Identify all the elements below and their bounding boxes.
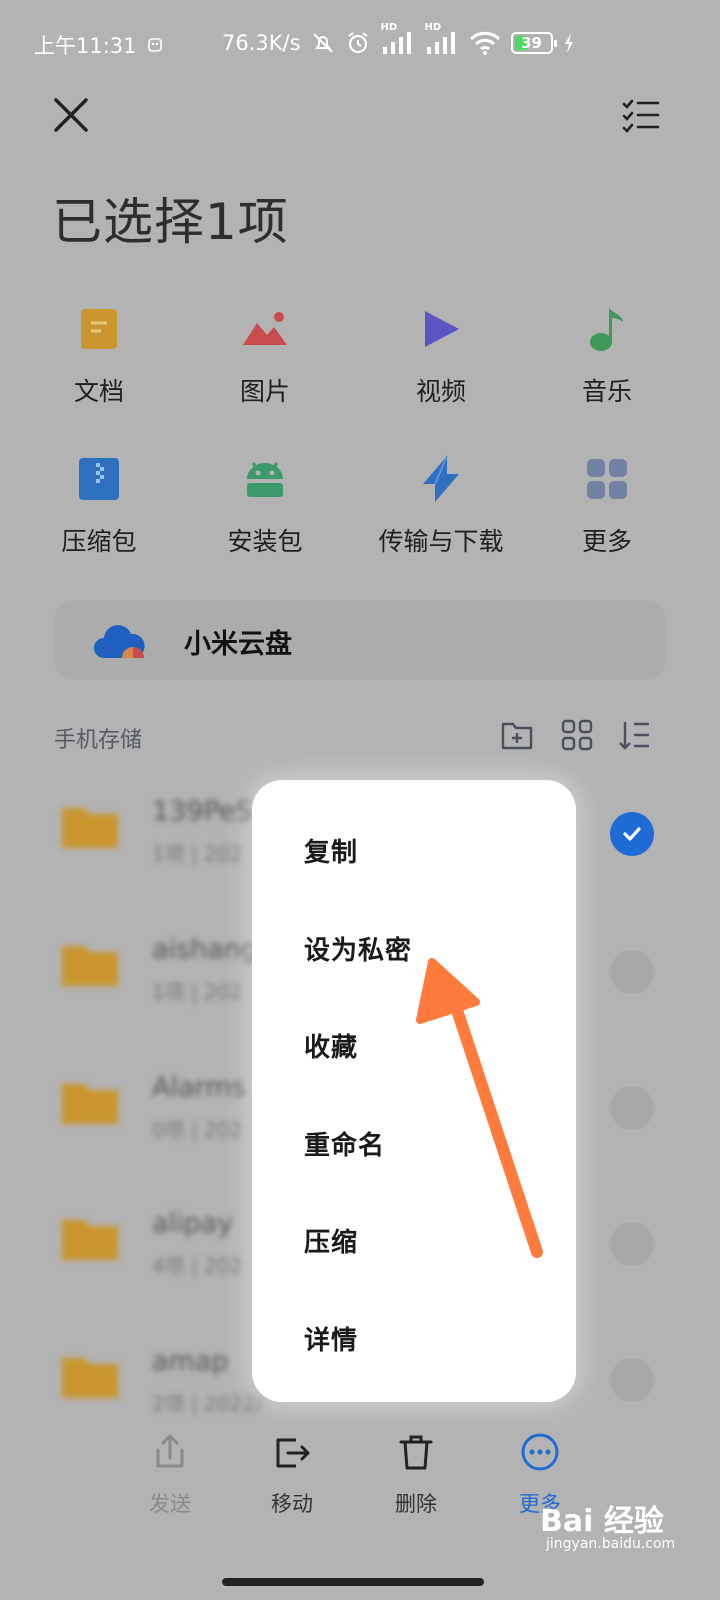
checklist-icon	[622, 99, 660, 133]
folder-icon	[62, 946, 118, 986]
transfer-icon	[414, 452, 468, 506]
status-time: 上午11:31	[34, 34, 137, 58]
folder-icon	[62, 1084, 118, 1124]
category-label: 更多	[581, 527, 632, 556]
select-checkbox[interactable]	[610, 1358, 654, 1402]
file-meta: 1项 | 202	[152, 842, 243, 866]
sort-icon	[619, 722, 649, 750]
folder-icon	[62, 1358, 118, 1398]
signal-1-icon: HD	[381, 22, 415, 56]
file-name: alipay	[152, 1208, 234, 1239]
select-checkbox[interactable]	[610, 950, 654, 994]
storage-label: 手机存储	[54, 728, 143, 753]
category-documents[interactable]: 文档	[14, 302, 184, 408]
menu-item-rename[interactable]: 重命名	[304, 1125, 385, 1162]
cloud-icon	[94, 618, 150, 666]
notification-app-icon	[147, 37, 163, 53]
menu-item-details[interactable]: 详情	[304, 1320, 358, 1357]
category-videos[interactable]: 视频	[356, 302, 526, 408]
cloud-drive-card[interactable]: 小米云盘	[54, 600, 666, 680]
close-icon	[54, 98, 88, 132]
category-images[interactable]: 图片	[180, 302, 350, 408]
cloud-drive-label: 小米云盘	[184, 629, 292, 660]
folder-icon	[62, 808, 118, 848]
file-meta: 2项 | 2022/	[152, 1392, 262, 1416]
file-meta: 1项 | 202	[152, 980, 243, 1004]
category-more[interactable]: 更多	[522, 452, 692, 558]
wifi-icon	[469, 30, 501, 56]
category-apks[interactable]: 安装包	[180, 452, 350, 558]
hd-label-1: HD	[380, 22, 398, 33]
new-folder-button[interactable]	[500, 718, 534, 752]
select-checkbox[interactable]	[610, 1222, 654, 1266]
file-name: aishang	[152, 934, 259, 965]
close-button[interactable]	[48, 92, 94, 138]
file-name: Alarms	[152, 1072, 246, 1103]
file-name: 139PeS	[152, 796, 253, 827]
trash-icon	[399, 1435, 433, 1470]
action-label: 移动	[271, 1492, 313, 1516]
charging-bolt-icon	[563, 32, 575, 54]
android-icon	[238, 452, 292, 506]
menu-item-favorite[interactable]: 收藏	[304, 1027, 358, 1064]
grid-view-icon	[561, 719, 593, 751]
home-indicator[interactable]	[222, 1578, 484, 1586]
select-checkbox[interactable]	[610, 1086, 654, 1130]
image-icon	[238, 302, 292, 356]
category-label: 安装包	[227, 527, 303, 556]
watermark-brand: Bai 经验	[540, 1504, 664, 1539]
mute-bell-icon	[311, 31, 335, 55]
select-checkbox-checked[interactable]	[610, 812, 654, 856]
move-icon	[276, 1438, 310, 1468]
category-label: 音乐	[581, 377, 632, 406]
signal-2-icon: HD	[425, 22, 459, 56]
zip-icon	[72, 452, 126, 506]
action-label: 发送	[149, 1492, 191, 1516]
alarm-icon	[345, 30, 371, 56]
check-icon	[623, 827, 641, 841]
category-label: 文档	[73, 377, 124, 406]
new-folder-icon	[501, 722, 533, 750]
battery-icon: 39	[510, 32, 557, 54]
move-button[interactable]: 移动	[242, 1432, 342, 1518]
menu-item-copy[interactable]: 复制	[304, 832, 358, 869]
share-icon	[156, 1434, 184, 1468]
category-transfers[interactable]: 传输与下载	[356, 452, 526, 558]
folder-icon	[62, 1220, 118, 1260]
grid-view-button[interactable]	[560, 718, 594, 752]
sort-button[interactable]	[618, 718, 652, 752]
document-icon	[72, 302, 126, 356]
context-menu: 复制 设为私密 收藏 重命名 压缩 详情	[252, 780, 576, 1402]
more-icon	[521, 1433, 559, 1471]
hd-label-2: HD	[424, 22, 442, 33]
select-all-button[interactable]	[618, 92, 664, 138]
file-name: amap	[152, 1346, 229, 1377]
category-music[interactable]: 音乐	[522, 302, 692, 408]
watermark: Bai 经验 jingyan.baidu.com	[540, 1496, 710, 1586]
menu-item-compress[interactable]: 压缩	[304, 1222, 358, 1259]
category-label: 传输与下载	[378, 527, 504, 556]
video-play-icon	[414, 302, 468, 356]
send-button[interactable]: 发送	[120, 1432, 220, 1518]
category-label: 图片	[239, 377, 290, 406]
status-bar: 上午11:31 76.3K/s HD HD 39	[0, 0, 720, 84]
more-grid-icon	[580, 452, 634, 506]
music-note-icon	[580, 302, 634, 356]
file-meta: 0项 | 202	[152, 1118, 243, 1142]
action-label: 删除	[395, 1492, 437, 1516]
category-archives[interactable]: 压缩包	[14, 452, 184, 558]
battery-level: 39	[521, 34, 542, 52]
network-speed: 76.3K/s	[222, 31, 301, 55]
delete-button[interactable]: 删除	[366, 1432, 466, 1518]
menu-item-set-private[interactable]: 设为私密	[304, 930, 412, 967]
category-label: 压缩包	[61, 527, 137, 556]
category-label: 视频	[415, 377, 466, 406]
watermark-url: jingyan.baidu.com	[546, 1536, 676, 1552]
file-meta: 4项 | 202	[152, 1254, 243, 1278]
page-title: 已选择1项	[52, 193, 289, 251]
